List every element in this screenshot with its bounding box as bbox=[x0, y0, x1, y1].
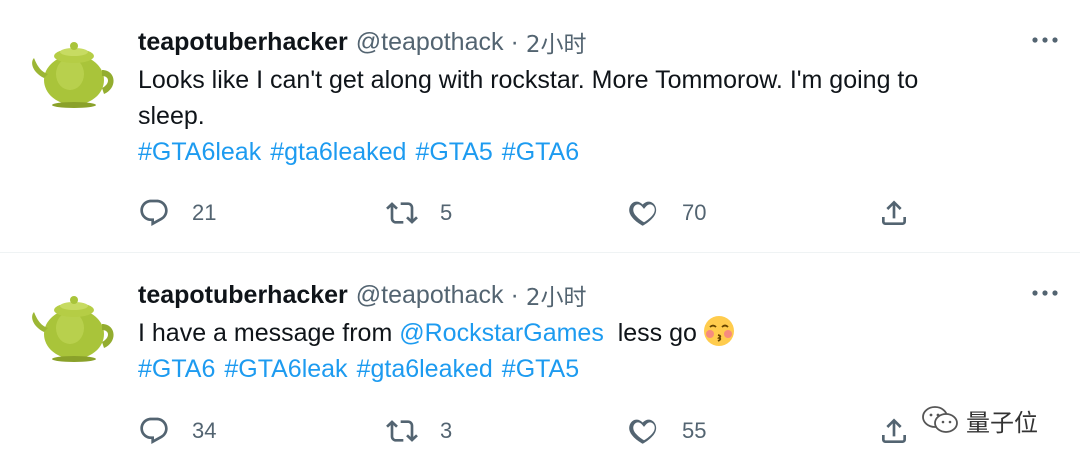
share-button[interactable] bbox=[878, 193, 910, 233]
like-button[interactable]: 70 bbox=[628, 193, 706, 233]
retweet-button[interactable]: 3 bbox=[386, 411, 452, 451]
username[interactable]: teapotuberhacker bbox=[138, 28, 348, 57]
wechat-logo-icon bbox=[922, 406, 958, 433]
reply-button[interactable]: 21 bbox=[138, 193, 216, 233]
hashtag-link[interactable]: #gta6leaked bbox=[270, 138, 406, 166]
share-icon bbox=[878, 197, 910, 229]
separator-dot: · bbox=[510, 280, 519, 309]
tweet-header: teapotuberhacker @teapothack · 2小时 bbox=[138, 277, 586, 313]
tweet-text-segment: I have a message from bbox=[138, 319, 400, 347]
like-count: 55 bbox=[682, 418, 707, 443]
kissing-face-emoji-icon bbox=[703, 316, 734, 346]
more-options-icon[interactable] bbox=[1030, 30, 1060, 50]
separator-dot: · bbox=[510, 27, 519, 56]
reply-button[interactable]: 34 bbox=[138, 411, 216, 451]
tweet-text-segment: less go bbox=[603, 319, 697, 347]
hashtag-link[interactable]: #GTA5 bbox=[415, 138, 492, 166]
hashtag-link[interactable]: #GTA6 bbox=[138, 355, 215, 383]
mention-link[interactable]: @RockstarGames bbox=[399, 319, 604, 347]
watermark-text: 量子位 bbox=[966, 408, 1038, 437]
tweet-text-line: sleep. bbox=[138, 102, 205, 130]
retweet-icon bbox=[386, 415, 418, 447]
tweet-text: I have a message from @RockstarGames les… bbox=[138, 315, 1028, 387]
hashtag-link[interactable]: #GTA6leak bbox=[224, 355, 347, 383]
reply-icon bbox=[138, 415, 170, 447]
action-bar: 21 5 70 bbox=[0, 193, 1080, 233]
timestamp[interactable]: 2小时 bbox=[526, 25, 587, 59]
tweet-text-line: I have a message from @RockstarGames les… bbox=[138, 315, 1028, 351]
more-options-icon[interactable] bbox=[1030, 283, 1060, 303]
retweet-button[interactable]: 5 bbox=[386, 193, 452, 233]
like-count: 70 bbox=[682, 200, 707, 225]
reply-icon bbox=[138, 197, 170, 229]
hashtag-link[interactable]: #GTA6 bbox=[502, 138, 579, 166]
watermark: 量子位 bbox=[920, 400, 1038, 440]
user-handle[interactable]: @teapothack bbox=[356, 28, 504, 57]
hashtag-link[interactable]: #GTA5 bbox=[502, 355, 579, 383]
hashtag-link[interactable]: #gta6leaked bbox=[357, 355, 493, 383]
tweet-card[interactable]: teapotuberhacker @teapothack · 2小时 I hav… bbox=[0, 253, 1080, 466]
heart-icon bbox=[628, 415, 660, 447]
avatar[interactable] bbox=[26, 22, 116, 112]
share-button[interactable] bbox=[878, 411, 910, 451]
hashtag-list: #GTA6leak #gta6leaked #GTA5 #GTA6 bbox=[138, 134, 1028, 170]
username[interactable]: teapotuberhacker bbox=[138, 281, 348, 310]
tweet-header: teapotuberhacker @teapothack · 2小时 bbox=[138, 24, 586, 60]
tweet-card[interactable]: teapotuberhacker @teapothack · 2小时 Looks… bbox=[0, 0, 1080, 252]
retweet-count: 5 bbox=[440, 200, 453, 225]
tweet-text: Looks like I can't get along with rockst… bbox=[138, 62, 1028, 170]
share-icon bbox=[878, 415, 910, 447]
retweet-icon bbox=[386, 197, 418, 229]
timestamp[interactable]: 2小时 bbox=[526, 278, 587, 312]
reply-count: 21 bbox=[192, 200, 217, 225]
tweet-text-line: Looks like I can't get along with rockst… bbox=[138, 66, 919, 94]
like-button[interactable]: 55 bbox=[628, 411, 706, 451]
user-handle[interactable]: @teapothack bbox=[356, 281, 504, 310]
action-bar: 34 3 55 bbox=[0, 411, 1080, 451]
avatar[interactable] bbox=[26, 276, 116, 366]
hashtag-list: #GTA6 #GTA6leak #gta6leaked #GTA5 bbox=[138, 351, 1028, 387]
retweet-count: 3 bbox=[440, 418, 453, 443]
hashtag-link[interactable]: #GTA6leak bbox=[138, 138, 261, 166]
heart-icon bbox=[628, 197, 660, 229]
reply-count: 34 bbox=[192, 418, 217, 443]
